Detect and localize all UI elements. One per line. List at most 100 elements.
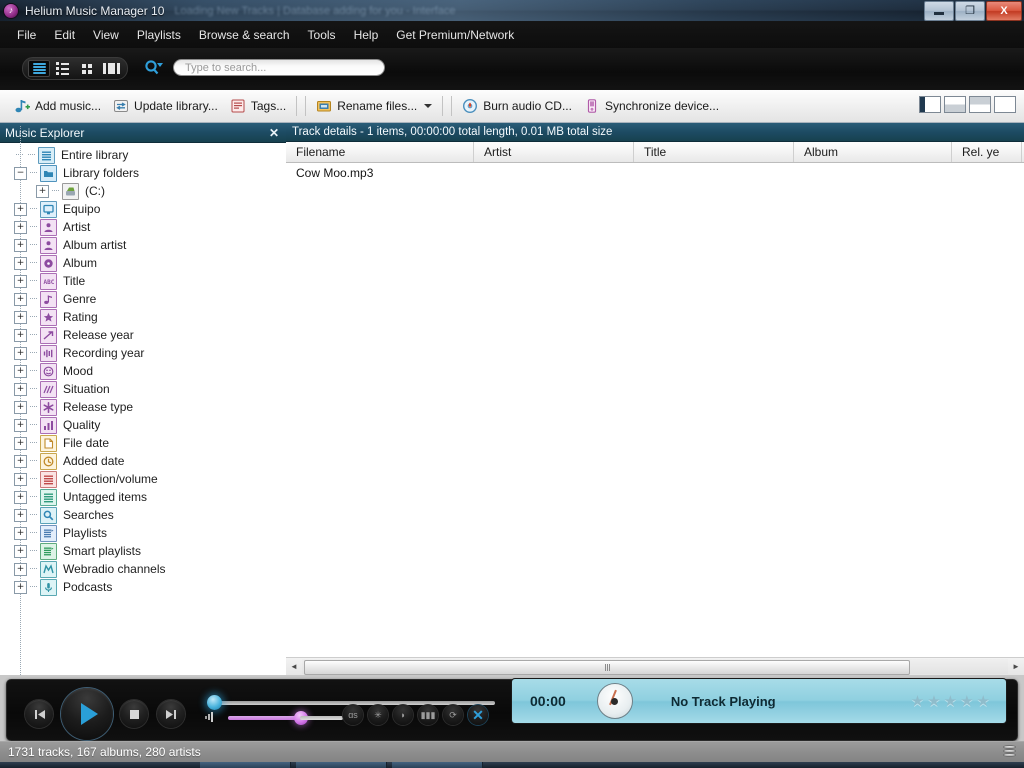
toolbar-synchronize-device-button[interactable]: Synchronize device... — [578, 95, 725, 118]
database-icon[interactable] — [1003, 745, 1016, 759]
minimize-button[interactable] — [924, 1, 954, 21]
chevron-down-icon[interactable] — [424, 104, 433, 108]
toolbar-burn-audio-cd-button[interactable]: Burn audio CD... — [456, 95, 578, 118]
tree-item-rating[interactable]: + Rating — [0, 308, 286, 326]
expand-icon[interactable]: + — [14, 526, 27, 540]
tree-item-library-folders[interactable]: − Library folders — [0, 164, 286, 182]
horizontal-scrollbar[interactable]: ◄ ► — [286, 657, 1024, 675]
expand-icon[interactable]: + — [14, 490, 27, 504]
column-header-artist[interactable]: Artist — [474, 142, 634, 162]
layout-full-icon[interactable] — [994, 96, 1016, 113]
expand-icon[interactable]: + — [14, 508, 27, 522]
table-row[interactable]: Cow Moo.mp3 — [286, 163, 1024, 182]
repeat-button[interactable]: ⟳ — [443, 705, 463, 725]
view-mode-grid-button[interactable] — [76, 60, 98, 77]
collapse-icon[interactable]: − — [14, 166, 27, 180]
expand-icon[interactable]: + — [14, 292, 27, 306]
tree-item-title[interactable]: + ABC Title — [0, 272, 286, 290]
expand-icon[interactable]: + — [14, 202, 27, 216]
column-header-filename[interactable]: Filename — [286, 142, 474, 162]
menu-item-browse-search[interactable]: Browse & search — [190, 24, 299, 46]
menu-item-view[interactable]: View — [84, 24, 128, 46]
tree-item-smart-playlists[interactable]: + Smart playlists — [0, 542, 286, 560]
volume-slider-track[interactable] — [300, 716, 343, 720]
close-button[interactable]: X — [986, 1, 1022, 21]
layout-left-icon[interactable] — [919, 96, 941, 113]
column-header-title[interactable]: Title — [634, 142, 794, 162]
expand-icon[interactable]: + — [14, 580, 27, 594]
menu-item-get-premium-network[interactable]: Get Premium/Network — [387, 24, 523, 46]
expand-icon[interactable]: + — [14, 454, 27, 468]
tree-item-playlists[interactable]: + Playlists — [0, 524, 286, 542]
menu-item-edit[interactable]: Edit — [45, 24, 84, 46]
seek-slider-handle[interactable] — [207, 695, 222, 710]
view-mode-list-button[interactable] — [28, 60, 50, 77]
equalizer-button[interactable]: ▮▮▮ — [418, 705, 438, 725]
scroll-right-arrow-icon[interactable]: ► — [1008, 659, 1024, 674]
next-track-button[interactable] — [157, 700, 185, 728]
expand-icon[interactable]: + — [14, 364, 27, 378]
tree-item-searches[interactable]: + Searches — [0, 506, 286, 524]
view-mode-split-button[interactable] — [100, 60, 122, 77]
stop-button[interactable] — [120, 700, 148, 728]
fade-button[interactable]: ◗ — [393, 705, 413, 725]
expand-icon[interactable]: + — [14, 220, 27, 234]
tree-item-mood[interactable]: + Mood — [0, 362, 286, 380]
menu-item-file[interactable]: File — [8, 24, 45, 46]
crossfade-button[interactable]: ✕ — [468, 705, 488, 725]
expand-icon[interactable]: + — [14, 436, 27, 450]
expand-icon[interactable]: + — [14, 400, 27, 414]
tree-item-release-year[interactable]: + Release year — [0, 326, 286, 344]
maximize-button[interactable]: ❐ — [955, 1, 985, 21]
tree-item-collection-volume[interactable]: + Collection/volume — [0, 470, 286, 488]
expand-icon[interactable]: + — [36, 184, 49, 198]
tree-item-untagged-items[interactable]: + Untagged items — [0, 488, 286, 506]
expand-icon[interactable]: + — [14, 274, 27, 288]
star-icon[interactable]: ★ — [960, 692, 973, 710]
expand-icon[interactable]: + — [14, 328, 27, 342]
star-icon[interactable]: ★ — [927, 692, 940, 710]
layout-bottom-icon[interactable] — [969, 96, 991, 113]
search-magnifier-icon[interactable] — [144, 60, 164, 76]
tree-item-situation[interactable]: + Situation — [0, 380, 286, 398]
tree-item-webradio-channels[interactable]: + Webradio channels — [0, 560, 286, 578]
menu-item-help[interactable]: Help — [345, 24, 388, 46]
rating-stars[interactable]: ★ ★ ★ ★ ★ — [911, 692, 990, 710]
tree-item-release-type[interactable]: + Release type — [0, 398, 286, 416]
scrollbar-thumb[interactable] — [304, 660, 910, 675]
prev-track-button[interactable] — [25, 700, 53, 728]
star-icon[interactable]: ★ — [977, 692, 990, 710]
toolbar-update-library-button[interactable]: Update library... — [107, 95, 224, 118]
tree-item-album-artist[interactable]: + Album artist — [0, 236, 286, 254]
scrollbar-track[interactable] — [302, 659, 1008, 675]
expand-icon[interactable]: + — [14, 472, 27, 486]
expand-icon[interactable]: + — [14, 418, 27, 432]
volume-slider-filled[interactable] — [228, 711, 308, 725]
lastfm-scrobble-button[interactable]: ɑs — [343, 705, 363, 725]
scroll-left-arrow-icon[interactable]: ◄ — [286, 659, 302, 674]
close-icon[interactable]: ✕ — [267, 126, 281, 140]
search-field[interactable] — [173, 59, 385, 76]
tree-item-file-date[interactable]: + File date — [0, 434, 286, 452]
menu-item-tools[interactable]: Tools — [299, 24, 345, 46]
tree-item-entire-library[interactable]: Entire library — [0, 146, 286, 164]
column-header-rel-ye[interactable]: Rel. ye — [952, 142, 1022, 162]
expand-icon[interactable]: + — [14, 346, 27, 360]
tree-item-quality[interactable]: + Quality — [0, 416, 286, 434]
tree-item-podcasts[interactable]: + Podcasts — [0, 578, 286, 596]
tree-item-c[interactable]: + (C:) — [0, 182, 286, 200]
expand-icon[interactable]: + — [14, 310, 27, 324]
dsp-effects-button[interactable]: ✳ — [368, 705, 388, 725]
tree-item-equipo[interactable]: + Equipo — [0, 200, 286, 218]
star-icon[interactable]: ★ — [911, 692, 924, 710]
play-button[interactable] — [61, 688, 113, 740]
search-input[interactable] — [183, 60, 375, 75]
tree-item-artist[interactable]: + Artist — [0, 218, 286, 236]
expand-icon[interactable]: + — [14, 382, 27, 396]
star-icon[interactable]: ★ — [944, 692, 957, 710]
tree-item-recording-year[interactable]: + Recording year — [0, 344, 286, 362]
expand-icon[interactable]: + — [14, 562, 27, 576]
toolbar-tags-button[interactable]: Tags... — [224, 95, 292, 118]
layout-top-icon[interactable] — [944, 96, 966, 113]
expand-icon[interactable]: + — [14, 238, 27, 252]
